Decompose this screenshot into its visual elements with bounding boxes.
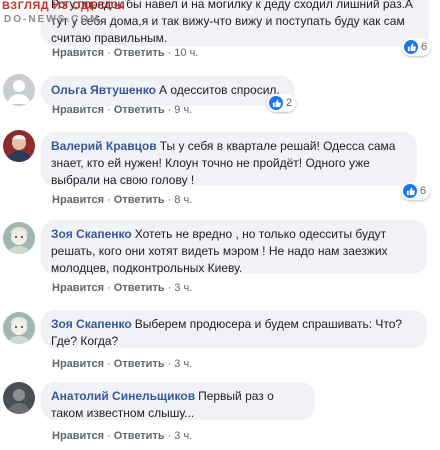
watermark-logo: ВЗГЛЯД ИЗ ОДЕССЫ <box>2 0 126 12</box>
comment-bubble: Валерий Кравцов Ты у себя в квартале реша… <box>41 132 417 187</box>
like-link[interactable]: Нравится <box>52 282 104 294</box>
like-reaction-icon <box>403 184 417 198</box>
comment-bubble: Зоя Скапенко Выберем продюсера и будем сп… <box>41 310 427 348</box>
comment-text: А одесситов спросил. <box>158 83 280 97</box>
reaction-count[interactable]: 6 <box>401 182 431 200</box>
cartoon-avatar-icon <box>7 227 31 254</box>
comment-author[interactable]: Ольга Явтушенко <box>51 83 156 97</box>
comment-author[interactable]: Зоя Скапенко <box>51 317 132 331</box>
person-photo-icon <box>7 389 31 414</box>
comment-author[interactable]: Зоя Скапенко <box>51 227 132 241</box>
timestamp[interactable]: 3 ч. <box>174 358 192 370</box>
timestamp[interactable]: 3 ч. <box>174 282 192 294</box>
like-link[interactable]: Нравится <box>52 194 104 206</box>
like-link[interactable]: Нравится <box>52 104 104 116</box>
comment-actions: Нравится · Ответить · 10 ч. <box>52 47 199 59</box>
timestamp[interactable]: 8 ч. <box>174 194 192 206</box>
comment-author[interactable]: Анатолий Синельщиков <box>51 389 195 403</box>
comment-actions: Нравится · Ответить · 3 ч. <box>52 282 193 294</box>
reply-link[interactable]: Ответить <box>114 430 165 442</box>
avatar[interactable] <box>3 130 35 162</box>
reaction-count[interactable]: 2 <box>267 94 297 112</box>
avatar[interactable] <box>3 222 35 254</box>
like-reaction-icon <box>269 96 283 110</box>
like-link[interactable]: Нравится <box>52 47 104 59</box>
avatar[interactable] <box>3 312 35 344</box>
comment-actions: Нравится · Ответить · 8 ч. <box>52 194 193 206</box>
like-link[interactable]: Нравится <box>52 430 104 442</box>
reply-link[interactable]: Ответить <box>114 104 165 116</box>
timestamp[interactable]: 3 ч. <box>174 430 192 442</box>
default-avatar-icon <box>7 80 31 104</box>
timestamp[interactable]: 9 ч. <box>174 104 192 116</box>
avatar[interactable] <box>3 74 35 106</box>
comment-bubble: Анатолий Синельщиков Первый раз о таком и… <box>41 382 315 420</box>
comment-actions: Нравится · Ответить · 9 ч. <box>52 104 193 116</box>
like-link[interactable]: Нравится <box>52 358 104 370</box>
person-photo-icon <box>6 135 32 162</box>
reply-link[interactable]: Ответить <box>114 47 165 59</box>
comment-author[interactable]: Валерий Кравцов <box>51 139 157 153</box>
reply-link[interactable]: Ответить <box>114 282 165 294</box>
reply-link[interactable]: Ответить <box>114 194 165 206</box>
like-reaction-icon <box>404 40 418 54</box>
comment-bubble: Зоя Скапенко Хотеть не вредно , но только… <box>41 220 427 275</box>
cartoon-avatar-icon <box>7 317 31 344</box>
timestamp[interactable]: 10 ч. <box>174 47 198 59</box>
reaction-count[interactable]: 6 <box>402 38 432 56</box>
watermark-site: DO-NEWS.COM <box>4 14 101 25</box>
comment-bubble: Ольга Явтушенко А одесситов спросил. <box>41 76 295 106</box>
comment-actions: Нравится · Ответить · 3 ч. <box>52 358 193 370</box>
avatar[interactable] <box>3 382 35 414</box>
reply-link[interactable]: Ответить <box>114 358 165 370</box>
comment-actions: Нравится · Ответить · 3 ч. <box>52 430 193 442</box>
